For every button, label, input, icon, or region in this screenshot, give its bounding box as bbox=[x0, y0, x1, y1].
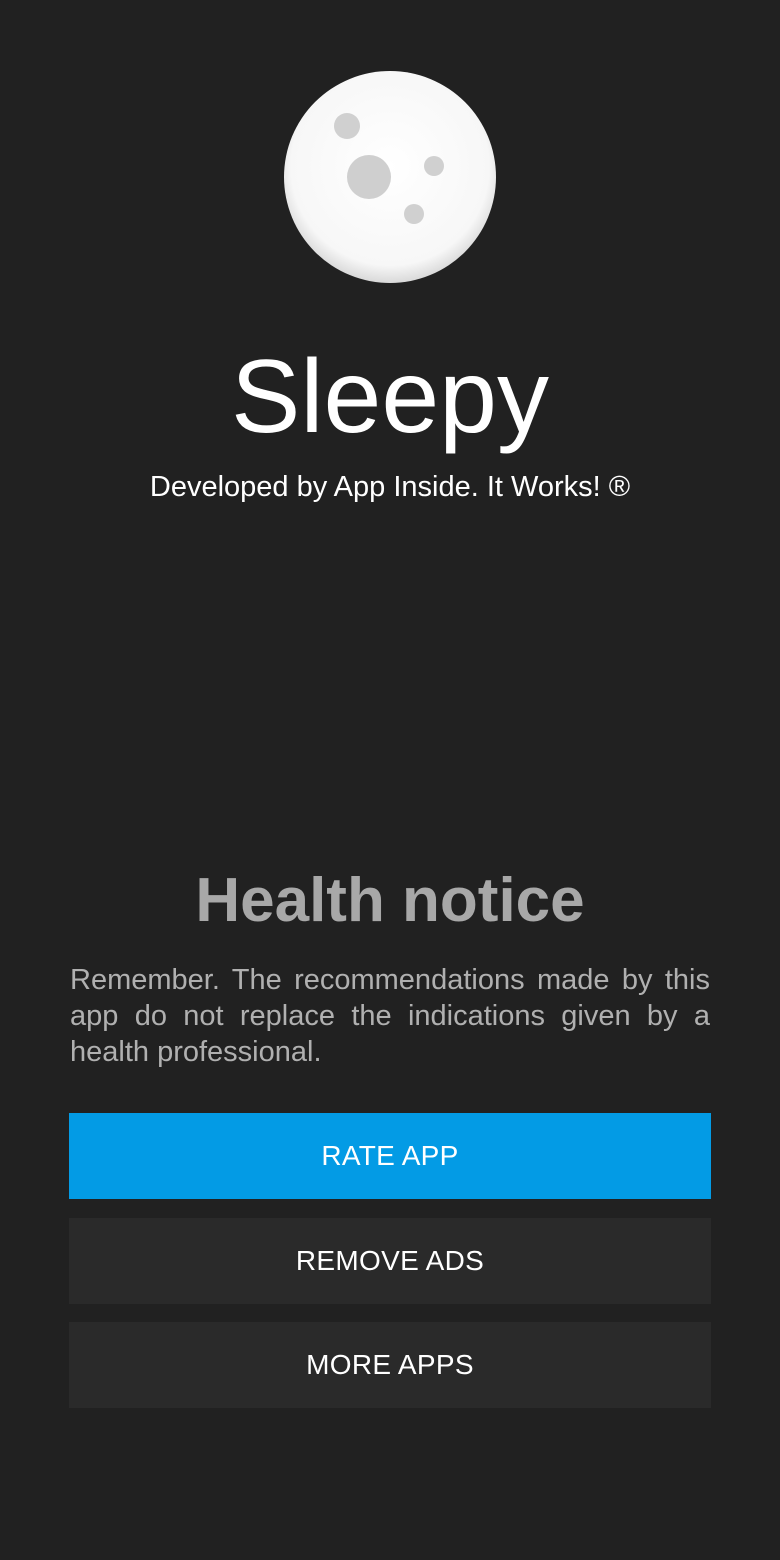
rate-app-label: RATE APP bbox=[321, 1140, 459, 1171]
rate-app-button[interactable]: RATE APP bbox=[69, 1113, 711, 1199]
health-notice-text: Remember. The recommendations made by th… bbox=[70, 964, 710, 1068]
health-notice-title: Health notice bbox=[195, 866, 585, 935]
more-apps-label: MORE APPS bbox=[306, 1349, 474, 1380]
developer-credit: Developed by App Inside. It Works! ® bbox=[149, 471, 631, 503]
remove-ads-label: REMOVE ADS bbox=[295, 1245, 485, 1276]
more-apps-button[interactable]: MORE APPS bbox=[69, 1322, 711, 1408]
moon-icon bbox=[283, 70, 497, 284]
remove-ads-button[interactable]: REMOVE ADS bbox=[69, 1218, 711, 1304]
app-title: Sleepy bbox=[231, 339, 549, 455]
about-screen: Sleepy Developed by App Inside. It Works… bbox=[0, 0, 780, 1560]
